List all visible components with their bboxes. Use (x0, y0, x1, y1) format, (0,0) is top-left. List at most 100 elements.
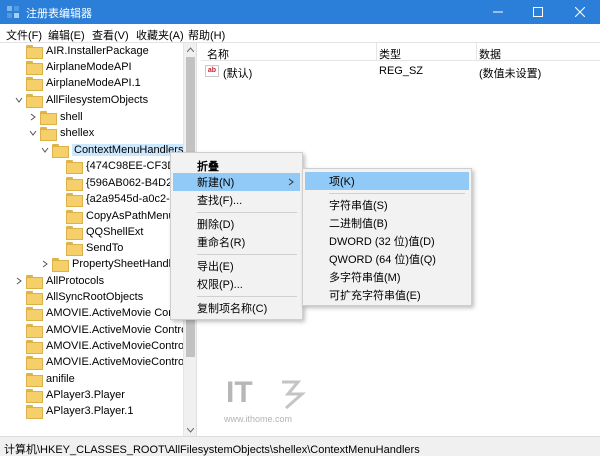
menu-help[interactable]: 帮助(H) (188, 27, 225, 43)
close-icon (575, 7, 585, 17)
folder-icon (26, 291, 43, 305)
folder-icon (26, 389, 43, 403)
new-submenu: 项(K) 字符串值(S) 二进制值(B) DWORD (32 位)值(D) QW… (302, 168, 472, 306)
folder-icon (26, 45, 43, 59)
minimize-button[interactable] (478, 0, 518, 24)
chevron-right-icon[interactable] (28, 113, 37, 122)
chevron-right-icon (288, 178, 294, 186)
value-name: (默认) (223, 68, 253, 80)
tree-item[interactable]: APlayer3.Player.1 (26, 403, 133, 419)
folder-icon (66, 177, 83, 191)
tree-item[interactable]: {a2a9545d-a0c2- (66, 191, 170, 207)
menu-file[interactable]: 文件(F) (6, 27, 42, 43)
folder-icon (26, 340, 43, 354)
tree-item[interactable]: AIR.InstallerPackage (26, 43, 149, 59)
folder-icon (66, 242, 83, 256)
close-button[interactable] (560, 0, 600, 24)
chevron-down-icon[interactable] (28, 129, 37, 138)
submenu-item-qword-value[interactable]: QWORD (64 位)值(Q) (305, 250, 469, 268)
tree-item[interactable]: CopyAsPathMenu (66, 208, 175, 224)
column-name-header[interactable]: 名称 (207, 43, 377, 61)
column-data-header[interactable]: 数据 (479, 43, 599, 61)
folder-icon (52, 258, 69, 272)
menu-bar: 文件(F) 编辑(E) 查看(V) 收藏夹(A) 帮助(H) (0, 24, 600, 43)
tree-item[interactable]: AirplaneModeAPI.1 (26, 75, 141, 91)
tree-item[interactable]: AirplaneModeAPI (26, 59, 132, 75)
folder-icon (26, 61, 43, 75)
context-menu: 折叠 新建(N) 查找(F)... 删除(D) 重命名(R) 导出(E) 权限(… (170, 152, 303, 320)
folder-icon (66, 210, 83, 224)
tree-item[interactable]: PropertySheetHandl (40, 256, 171, 272)
tree-item[interactable]: SendTo (66, 240, 123, 256)
folder-icon (26, 405, 43, 419)
tree-item[interactable]: shellex (28, 125, 94, 141)
tree-item[interactable]: AMOVIE.ActiveMovieControl (26, 338, 187, 354)
window-title: 注册表编辑器 (26, 8, 92, 20)
value-type: REG_SZ (379, 65, 424, 77)
menu-item-find[interactable]: 查找(F)... (173, 191, 300, 209)
tree-item[interactable]: APlayer3.Player (26, 387, 125, 403)
submenu-item-expandable-string-value[interactable]: 可扩充字符串值(E) (305, 286, 469, 304)
column-type-header[interactable]: 类型 (379, 43, 477, 61)
watermark-url: www.ithome.com (223, 414, 292, 424)
scroll-up-icon[interactable] (184, 43, 196, 55)
folder-open-icon (52, 144, 69, 158)
chevron-right-icon[interactable] (40, 260, 49, 269)
tree-item[interactable]: AMOVIE.ActiveMovie Control. (26, 322, 193, 338)
tree-item[interactable]: AllFilesystemObjects (14, 92, 148, 108)
menu-separator (197, 254, 297, 255)
tree-item[interactable]: AMOVIE.ActiveMovie Contr (26, 305, 181, 321)
tree-item[interactable]: {596AB062-B4D2- (66, 175, 176, 191)
submenu-item-binary-value[interactable]: 二进制值(B) (305, 214, 469, 232)
maximize-button[interactable] (518, 0, 558, 24)
tree-item[interactable]: AMOVIE.ActiveMovieControl.2 (26, 354, 196, 370)
submenu-item-key[interactable]: 项(K) (305, 172, 469, 190)
maximize-icon (533, 7, 543, 17)
tree-item[interactable]: anifile (26, 371, 75, 387)
registry-editor-icon (7, 6, 19, 18)
folder-icon (26, 77, 43, 91)
folder-icon (26, 275, 43, 289)
menu-item-copy-key-name[interactable]: 复制项名称(C) (173, 299, 300, 317)
folder-open-icon (40, 127, 57, 141)
chevron-down-icon[interactable] (40, 146, 49, 155)
menu-favorites[interactable]: 收藏夹(A) (136, 27, 184, 43)
menu-separator (197, 296, 297, 297)
menu-item-export[interactable]: 导出(E) (173, 257, 300, 275)
submenu-item-string-value[interactable]: 字符串值(S) (305, 196, 469, 214)
menu-item-new-label: 新建(N) (197, 177, 235, 189)
folder-open-icon (26, 94, 43, 108)
submenu-item-dword-value[interactable]: DWORD (32 位)值(D) (305, 232, 469, 250)
scroll-down-icon[interactable] (184, 424, 196, 436)
folder-icon (40, 111, 57, 125)
string-value-icon: ab (205, 65, 219, 77)
menu-view[interactable]: 查看(V) (92, 27, 129, 43)
tree-item-selected[interactable]: ContextMenuHandlers (40, 142, 186, 158)
tree-item[interactable]: AllProtocols (14, 273, 104, 289)
tree-item[interactable]: AllSyncRootObjects (26, 289, 143, 305)
folder-icon (26, 373, 43, 387)
chevron-right-icon[interactable] (14, 277, 23, 286)
folder-icon (66, 226, 83, 240)
menu-separator (329, 193, 465, 194)
menu-item-new[interactable]: 新建(N) (173, 173, 300, 191)
menu-item-delete[interactable]: 删除(D) (173, 215, 300, 233)
tree-item[interactable]: QQShellExt (66, 224, 143, 240)
folder-icon (26, 356, 43, 370)
tree-item[interactable]: shell (28, 109, 83, 125)
minimize-icon (493, 11, 503, 13)
menu-edit[interactable]: 编辑(E) (48, 27, 85, 43)
value-data: (数值未设置) (479, 68, 542, 80)
folder-icon (26, 324, 43, 338)
watermark-brand: IT (226, 376, 253, 409)
folder-icon (26, 307, 43, 321)
submenu-item-multi-string-value[interactable]: 多字符串值(M) (305, 268, 469, 286)
chevron-down-icon[interactable] (14, 96, 23, 105)
ithome-watermark: IT www.ithome.com (223, 376, 306, 424)
title-bar: 注册表编辑器 (0, 0, 600, 24)
tree-item[interactable]: {474C98EE-CF3D- (66, 158, 179, 174)
registry-tree: AIR.InstallerPackage AirplaneModeAPI Air… (0, 43, 196, 436)
menu-item-rename[interactable]: 重命名(R) (173, 233, 300, 251)
menu-item-permissions[interactable]: 权限(P)... (173, 275, 300, 293)
folder-icon (66, 160, 83, 174)
